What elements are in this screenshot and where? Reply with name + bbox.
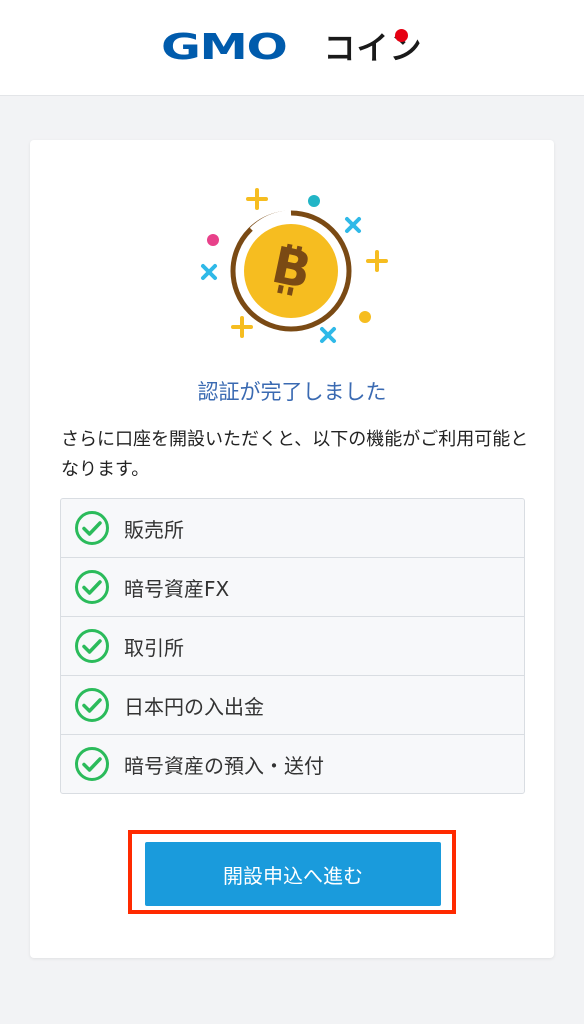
list-item: 日本円の入出金 [61,675,524,734]
gmo-coin-logo: GMO コイン [161,28,422,68]
feature-label: 日本円の入出金 [124,694,264,719]
feature-list: 販売所 暗号資産FX 取引所 日本円の入出金 暗号資産の預入・送付 [60,498,525,794]
feature-label: 取引所 [124,635,184,660]
verification-complete-card: B 認証が完了しました さらに口座を開設いただくと、以下の機能がご利用可能となり… [30,140,554,958]
app-header: GMO コイン [0,0,584,96]
check-circle-icon [75,570,109,604]
feature-label: 暗号資産FX [124,576,230,601]
page-title: 認証が完了しました [197,380,387,404]
list-item: 販売所 [61,499,524,557]
bitcoin-illustration: B [201,188,388,343]
check-circle-icon [75,747,109,781]
check-circle-icon [75,688,109,722]
list-item: 暗号資産FX [61,557,524,616]
logo-gmo-text: GMO [161,26,288,68]
list-item: 暗号資産の預入・送付 [61,734,524,793]
feature-label: 暗号資産の預入・送付 [124,753,324,778]
check-circle-icon [75,629,109,663]
cta-highlight-frame: 開設申込へ進む [128,830,456,914]
logo-red-dot [395,28,409,42]
list-item: 取引所 [61,616,524,675]
check-circle-icon [75,511,109,545]
feature-label: 販売所 [124,517,184,542]
description-text: さらに口座を開設いただくと、以下の機能がご利用可能となります。 [61,429,529,480]
open-account-button[interactable]: 開設申込へ進む [145,842,441,906]
